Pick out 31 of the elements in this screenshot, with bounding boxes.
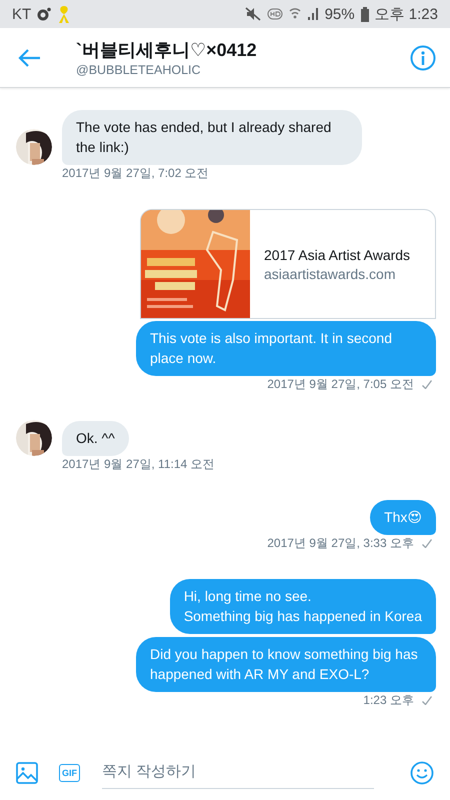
message-field[interactable]: 쪽지 작성하기 [102,757,374,789]
back-arrow-icon[interactable] [18,48,42,68]
timestamp: 1:23 오후 [363,692,414,709]
message-bubble: The vote has ended, but I already shared the link:) [62,110,362,165]
ring-icon [37,7,52,21]
link-domain: asiaartistawards.com [264,266,396,282]
message-bubble: This vote is also important. It in second place now. [136,321,436,376]
contact-handle: @BUBBLETEAHOLIC [76,63,201,77]
timestamp: 2017년 9월 27일, 7:02 오전 [62,165,209,182]
carrier: KT [12,6,32,22]
clock: 오후 1:23 [374,4,438,24]
timestamp: 2017년 9월 27일, 11:14 오전 [62,456,215,473]
battery-percent: 95% [324,6,355,22]
battery-icon [360,6,369,22]
timestamp: 2017년 9월 27일, 7:05 오전 [267,376,414,393]
ribbon-icon [57,4,72,24]
timestamp: 2017년 9월 27일, 3:33 오후 [267,535,414,552]
emoji-icon[interactable] [410,761,434,785]
signal-icon [306,7,319,21]
link-card[interactable]: 2017 Asia Artist Awards asiaartistawards.com [140,209,436,319]
message-bubble: Did you happen to know something big has happened with AR MY and EXO-L? [136,637,436,692]
message-bubble: Thx😍 [370,500,436,535]
image-icon[interactable] [16,762,38,784]
info-icon[interactable] [410,44,436,70]
hd-icon [266,8,283,20]
mute-icon [244,7,261,21]
message-bubble: Hi, long time no see. Something big has happened in Korea [170,579,436,634]
link-title: 2017 Asia Artist Awards [264,246,410,262]
wifi-icon [288,7,301,21]
contact-name: `버블티세후니♡×0412 [76,39,257,62]
message-bubble: Ok. ^^ [62,421,129,456]
